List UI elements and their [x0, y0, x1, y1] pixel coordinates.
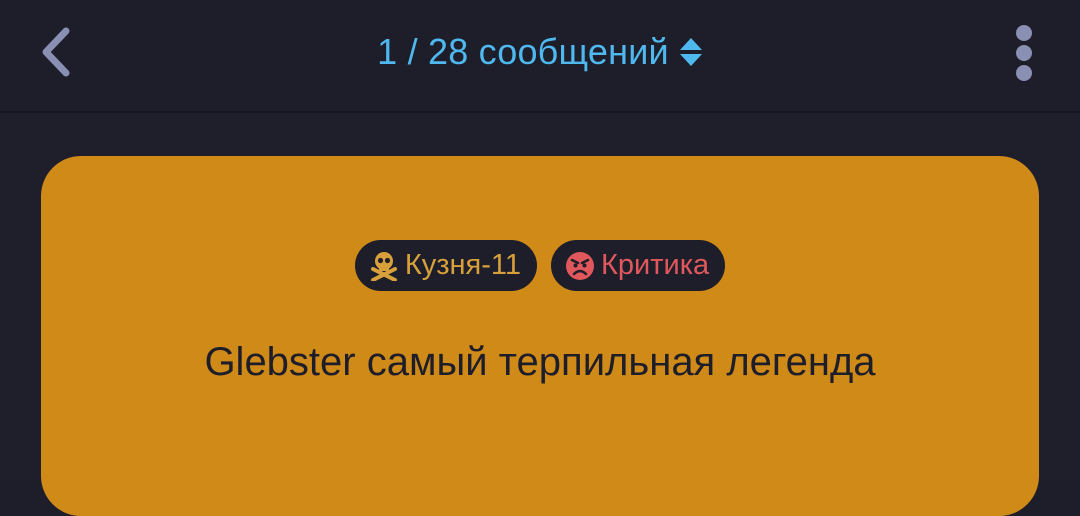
sort-up-down-icon — [679, 37, 703, 67]
badge-row: Кузня-11 Критика — [41, 240, 1039, 291]
page-title: 1 / 28 сообщений — [377, 31, 669, 72]
author-badge-label: Кузня-11 — [404, 249, 521, 281]
chevron-left-icon — [42, 27, 70, 77]
content-area: Кузня-11 Критика Glebster самый терпильн… — [0, 113, 1080, 516]
angry-face-icon — [565, 251, 595, 281]
more-options-button[interactable] — [996, 20, 1052, 86]
message-card[interactable]: Кузня-11 Критика Glebster самый терпильн… — [41, 156, 1039, 516]
top-bar: 1 / 28 сообщений — [0, 0, 1080, 113]
skull-crossbones-icon — [369, 251, 399, 281]
back-button[interactable] — [28, 22, 84, 82]
author-badge[interactable]: Кузня-11 — [354, 240, 537, 291]
more-vertical-icon — [1016, 25, 1032, 81]
message-counter: 1 / 28 сообщений — [0, 28, 1080, 76]
tag-badge[interactable]: Критика — [551, 240, 726, 291]
tag-badge-label: Критика — [601, 249, 710, 281]
message-text: Glebster самый терпильная легенда — [204, 340, 876, 384]
message-counter-button[interactable]: 1 / 28 сообщений — [377, 31, 703, 73]
